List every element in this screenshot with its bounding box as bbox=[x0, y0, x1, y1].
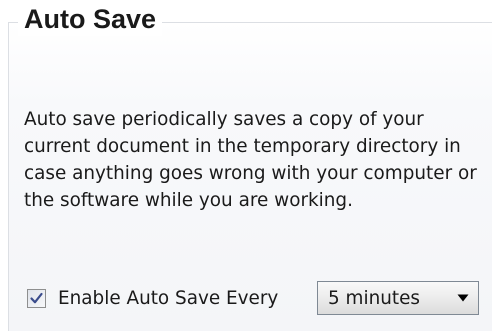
auto-save-interval-value: 5 minutes bbox=[328, 287, 420, 309]
enable-auto-save-label[interactable]: Enable Auto Save Every bbox=[58, 288, 278, 309]
group-title: Auto Save bbox=[18, 2, 163, 36]
enable-auto-save-row: Enable Auto Save Every bbox=[27, 281, 278, 315]
enable-auto-save-checkbox[interactable] bbox=[27, 288, 46, 308]
checkmark-icon bbox=[30, 292, 43, 303]
auto-save-interval-select[interactable]: 5 minutes bbox=[317, 281, 479, 315]
auto-save-description: Auto save periodically saves a copy of y… bbox=[24, 109, 477, 211]
triangle-down-icon bbox=[448, 294, 478, 302]
